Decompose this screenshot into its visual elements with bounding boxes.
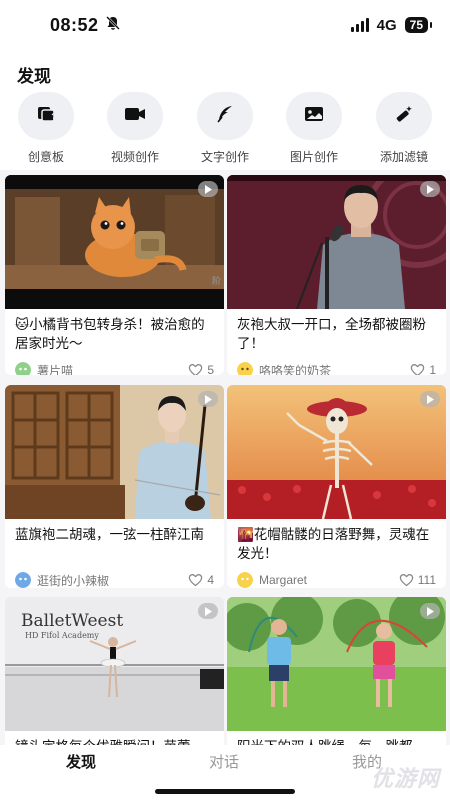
author-name: 咯咯笑的奶茶 [259, 363, 332, 376]
status-time: 08:52 [50, 14, 99, 35]
heart-icon [411, 364, 425, 375]
bottom-nav: 发现 对话 我的 优游网 [0, 745, 450, 800]
card-thumbnail[interactable] [227, 175, 446, 309]
tool-circle [107, 92, 163, 140]
battery-indicator: 75 [404, 17, 433, 33]
card-thumbnail[interactable]: BalletWeest HD Fifol Academy [5, 597, 224, 731]
card-title: 🐱小橘背书包转身杀！被治愈的居家时光～ [15, 317, 205, 351]
tool-circle [286, 92, 342, 140]
tool-circle [376, 92, 432, 140]
heart-icon [189, 574, 203, 587]
card-thumbnail[interactable] [227, 385, 446, 519]
tool-creative-board[interactable]: 创意板 [6, 92, 86, 165]
tool-circle [18, 92, 74, 140]
like-count: 5 [207, 363, 214, 375]
card-author[interactable]: 逛街的小辣椒 [15, 572, 110, 588]
discover-header: 发现 创意板 视频创作 文字创作 图片创作 添加滤镜 [0, 50, 450, 170]
tab-discover[interactable]: 发现 [66, 751, 96, 772]
video-camera-icon [123, 104, 147, 129]
magic-wand-icon [393, 103, 415, 130]
thumbnail-caption: 阶 [211, 276, 221, 286]
bell-muted-icon [105, 15, 121, 36]
heart-icon [189, 364, 203, 375]
status-right: 4G 75 [350, 16, 433, 34]
like-count: 4 [207, 573, 214, 587]
studio-subtitle: HD Fifol Academy [25, 631, 99, 640]
tool-text-creation[interactable]: 文字创作 [185, 92, 265, 165]
like-count: 1 [429, 363, 436, 375]
author-name: 薯片喵 [37, 363, 74, 376]
card-author[interactable]: 咯咯笑的奶茶 [237, 362, 332, 376]
card-title: 阳光下的双人跳绳，每一跳都 [227, 731, 446, 745]
avatar [15, 362, 31, 375]
like-button[interactable]: 1 [410, 363, 436, 375]
play-icon [420, 181, 440, 197]
page-title: 发现 [17, 67, 51, 86]
like-count: 111 [417, 573, 436, 587]
home-indicator[interactable] [155, 789, 295, 794]
cat-scene-image [5, 175, 224, 309]
quill-pen-icon [214, 103, 236, 130]
tool-label: 添加滤镜 [379, 150, 428, 164]
heart-icon [399, 574, 414, 587]
tool-image-creation[interactable]: 图片创作 [274, 92, 354, 165]
card-title: 灰袍大叔一开口，全场都被圈粉了！ [237, 317, 426, 351]
card-thumbnail[interactable] [5, 385, 224, 519]
feed-card[interactable]: 蓝旗袍二胡魂，一弦一柱醉江南 逛街的小辣椒 4 [5, 385, 224, 588]
status-bar: 08:52 4G 75 [0, 0, 450, 50]
avatar [237, 362, 253, 375]
card-meta: 咯咯笑的奶茶 1 [227, 357, 446, 375]
card-thumbnail[interactable]: 阶 [5, 175, 224, 309]
network-type: 4G [376, 16, 397, 34]
status-left: 08:52 [50, 15, 121, 36]
feed-card[interactable]: BalletWeest HD Fifol Academy 镜头定格每个优雅瞬间！… [5, 597, 224, 745]
tool-add-filter[interactable]: 添加滤镜 [364, 92, 444, 165]
play-icon [198, 603, 218, 619]
tab-chat[interactable]: 对话 [209, 751, 239, 772]
card-title: 蓝旗袍二胡魂，一弦一柱醉江南 [15, 527, 204, 542]
like-button[interactable]: 5 [188, 363, 214, 375]
author-name: 逛街的小辣椒 [37, 573, 110, 588]
content-feed[interactable]: 阶 🐱小橘背书包转身杀！被治愈的居家时光～ 薯片喵 5 灰袍大叔一开口，全场都被… [0, 170, 450, 745]
tool-label: 文字创作 [200, 150, 249, 164]
play-icon [198, 181, 218, 197]
author-name: Margaret [259, 573, 308, 587]
tool-label: 视频创作 [110, 150, 159, 164]
card-thumbnail[interactable] [227, 597, 446, 731]
avatar [15, 572, 31, 588]
creation-tools: 创意板 视频创作 文字创作 图片创作 添加滤镜 [0, 92, 450, 172]
studio-sign: BalletWeest [21, 611, 124, 631]
like-button[interactable]: 4 [188, 573, 214, 587]
erhu-scene-image [5, 385, 224, 519]
feed-card[interactable]: 灰袍大叔一开口，全场都被圈粉了！ 咯咯笑的奶茶 1 [227, 175, 446, 375]
card-meta: 薯片喵 5 [5, 357, 224, 375]
creative-board-icon [35, 103, 57, 130]
tool-label: 图片创作 [289, 150, 338, 164]
like-button[interactable]: 111 [399, 573, 436, 587]
feed-card[interactable]: 阶 🐱小橘背书包转身杀！被治愈的居家时光～ 薯片喵 5 [5, 175, 224, 375]
tool-circle [197, 92, 253, 140]
card-title: 🌇花帽骷髅的日落野舞，灵魂在发光！ [237, 527, 430, 561]
card-meta: Margaret 111 [227, 567, 446, 588]
tool-label: 创意板 [27, 150, 64, 164]
play-icon [420, 391, 440, 407]
feed-card[interactable]: 🌇花帽骷髅的日落野舞，灵魂在发光！ Margaret 111 [227, 385, 446, 588]
singer-scene-image [227, 175, 446, 309]
signal-icon [350, 18, 369, 32]
avatar [237, 572, 253, 588]
feed-card[interactable]: 阳光下的双人跳绳，每一跳都 [227, 597, 446, 745]
card-author[interactable]: 薯片喵 [15, 362, 74, 376]
image-icon [303, 104, 325, 129]
watermark-logo: 优游网 [370, 766, 440, 791]
card-author[interactable]: Margaret [237, 572, 307, 588]
jump-rope-scene-image [227, 597, 446, 731]
skeleton-scene-image [227, 385, 446, 519]
play-icon [420, 603, 440, 619]
tool-video-creation[interactable]: 视频创作 [95, 92, 175, 165]
card-meta: 逛街的小辣椒 4 [5, 567, 224, 588]
play-icon [198, 391, 218, 407]
card-title: 镜头定格每个优雅瞬间！芭蕾 [5, 731, 224, 745]
